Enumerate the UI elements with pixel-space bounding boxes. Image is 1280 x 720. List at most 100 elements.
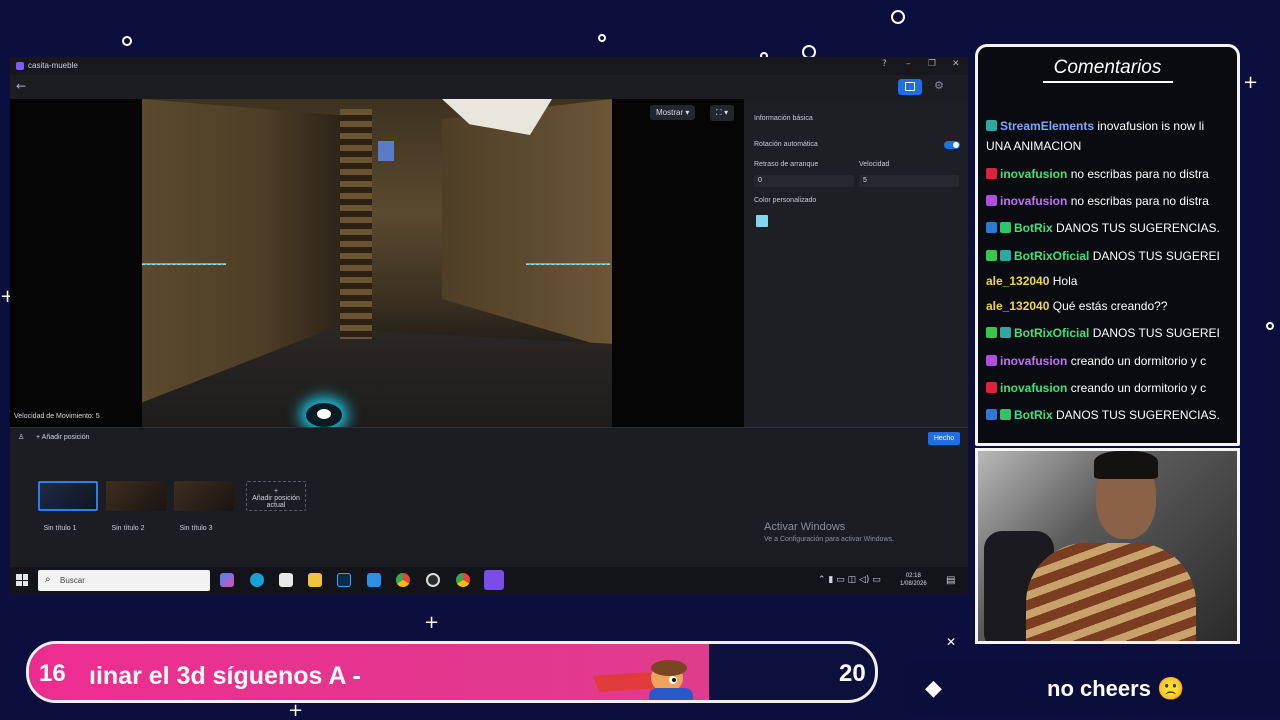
chat-username[interactable]: inovafusion	[1000, 167, 1067, 181]
vscode-icon[interactable]	[367, 573, 381, 587]
chat-badge-icon	[986, 382, 997, 393]
windows-start-icon[interactable]	[16, 574, 28, 586]
chat-text: creando un dormitorio y c	[1070, 354, 1207, 368]
taskbar-clock[interactable]: 02:18 1/08/2026	[900, 572, 927, 588]
chat-text: no escribas para no distra	[1070, 167, 1209, 181]
chat-badge-icon	[986, 120, 997, 131]
chat-username[interactable]: BotRix	[1014, 221, 1053, 235]
diamond-icon: ◆	[925, 676, 942, 701]
edge-icon[interactable]	[250, 573, 264, 587]
taskbar-search[interactable]: ⌕ Buscar	[38, 570, 210, 591]
chat-badge-icon	[986, 327, 997, 338]
chat-username[interactable]: BotRixOficial	[1014, 249, 1089, 263]
chrome-icon[interactable]	[396, 573, 410, 587]
auto-rotation-toggle[interactable]	[944, 141, 960, 149]
file-explorer-icon[interactable]	[308, 573, 322, 587]
chat-badge-icon	[986, 222, 997, 233]
chat-username[interactable]: BotRix	[1014, 408, 1053, 422]
windows-activation-watermark: Activar Windows Ve a Configuración para …	[764, 521, 894, 543]
position-thumbnail[interactable]	[106, 481, 166, 511]
chrome-icon[interactable]	[456, 573, 470, 587]
window-title: casita-mueble	[28, 61, 78, 70]
maximize-button[interactable]: ❐	[928, 59, 936, 69]
gear-icon[interactable]: ⚙	[934, 79, 944, 92]
chat-badge-icon	[986, 250, 997, 261]
camera-options-button[interactable]: ⛶ ▾	[710, 105, 735, 121]
chat-username[interactable]: BotRixOficial	[1014, 326, 1089, 340]
notification-icon[interactable]: ▤	[946, 575, 955, 586]
show-dropdown[interactable]: Mostrar ▾	[650, 105, 696, 120]
chat-badge-icon	[1000, 327, 1011, 338]
chat-username[interactable]: ale_132040	[986, 274, 1049, 288]
chat-message: inovafusion creando un dormitorio y c	[986, 354, 1206, 368]
view-mode-button[interactable]	[898, 79, 922, 95]
streamer-body	[1026, 543, 1196, 641]
cheers-widget: ◆ no cheers 🙁	[905, 658, 1280, 718]
positions-timeline: Sin título 1 Sin título 2 Sin título 3 +…	[10, 449, 968, 565]
user-icon[interactable]: ♙	[18, 433, 24, 441]
sparkle-circle	[598, 34, 606, 42]
wood-slats	[340, 109, 372, 339]
sparkle-plus: +	[424, 612, 440, 633]
sparkle-plus: ✕	[946, 635, 957, 649]
close-button[interactable]: ✕	[952, 59, 960, 69]
store-icon[interactable]	[279, 573, 293, 587]
sparkle-circle	[1266, 322, 1274, 330]
section-title: Información básica	[754, 115, 813, 122]
chat-username[interactable]: StreamElements	[1000, 119, 1094, 133]
add-current-label: Añadir posición actual	[252, 495, 300, 509]
chat-message: inovafusion no escribas para no distra	[986, 167, 1209, 181]
right-wall	[442, 99, 612, 349]
chat-message: BotRixOficial DANOS TUS SUGEREI	[986, 326, 1220, 340]
auto-rotation-label: Rotación automática	[754, 141, 818, 148]
banner-ticker-text: ıinar el 3d síguenos A -	[89, 662, 361, 690]
start-delay-label: Retraso de arranque	[754, 161, 819, 168]
start-delay-input[interactable]: 0	[754, 175, 854, 187]
3d-viewport[interactable]: Mostrar ▾ ⛶ ▾ Velocidad de Movimiento: 5	[10, 99, 744, 427]
sparkle-circle	[891, 10, 905, 24]
chat-username[interactable]: inovafusion	[1000, 381, 1067, 395]
photoshop-icon[interactable]	[337, 573, 351, 587]
minimize-button[interactable]: –	[906, 59, 911, 69]
color-swatch[interactable]	[756, 215, 768, 227]
chat-username[interactable]: inovafusion	[1000, 354, 1067, 368]
add-current-position-button[interactable]: + Añadir posición actual	[246, 481, 306, 511]
search-placeholder: Buscar	[60, 576, 85, 585]
chat-message: UNA ANIMACION	[986, 139, 1081, 153]
chat-message: ale_132040 Qué estás creando??	[986, 299, 1168, 313]
toggle-knob	[953, 142, 959, 148]
banner-left-number: 16	[39, 660, 66, 687]
position-thumbnail[interactable]	[38, 481, 98, 511]
system-tray-icons[interactable]: ⌃ ▮ ▭ ◫ ◁) ▭	[818, 575, 881, 585]
chat-badge-icon	[986, 168, 997, 179]
clock-time: 02:18	[905, 573, 921, 579]
chat-username[interactable]: ale_132040	[986, 299, 1049, 313]
chat-text: DANOS TUS SUGEREI	[1092, 326, 1220, 340]
chat-overlay: Comentarios StreamElements inovafusion i…	[975, 44, 1240, 446]
add-position-button[interactable]: + Añadir posición	[36, 434, 90, 441]
chat-message: BotRix DANOS TUS SUGERENCIAS.	[986, 221, 1220, 235]
sparkle-plus: +	[288, 700, 304, 720]
position-label: Sin título 1	[43, 525, 77, 532]
watermark-subtitle: Ve a Configuración para activar Windows.	[764, 536, 894, 543]
chat-username[interactable]: inovafusion	[1000, 194, 1067, 208]
position-label: Sin título 3	[179, 525, 213, 532]
guide-line-right	[526, 263, 610, 265]
properties-panel: Información básica Rotación automática R…	[744, 99, 968, 427]
speed-input[interactable]: 5	[859, 175, 959, 187]
streaming-app-icon[interactable]	[484, 570, 504, 590]
chat-message: inovafusion no escribas para no distra	[986, 194, 1209, 208]
chat-text: DANOS TUS SUGERENCIAS.	[1056, 408, 1220, 422]
watermark-title: Activar Windows	[764, 521, 846, 533]
copilot-icon[interactable]	[220, 573, 234, 587]
back-arrow-icon[interactable]: ←	[16, 79, 26, 93]
done-button[interactable]: Hecho	[928, 432, 960, 445]
camera-position-marker[interactable]	[306, 403, 342, 427]
position-thumbnail[interactable]	[174, 481, 234, 511]
search-icon: ⌕	[45, 574, 51, 585]
help-icon[interactable]: ?	[882, 59, 887, 69]
clock-date: 1/08/2026	[900, 581, 927, 587]
chat-text: creando un dormitorio y c	[1070, 381, 1207, 395]
chat-badge-icon	[1000, 409, 1011, 420]
obs-icon[interactable]	[426, 573, 440, 587]
